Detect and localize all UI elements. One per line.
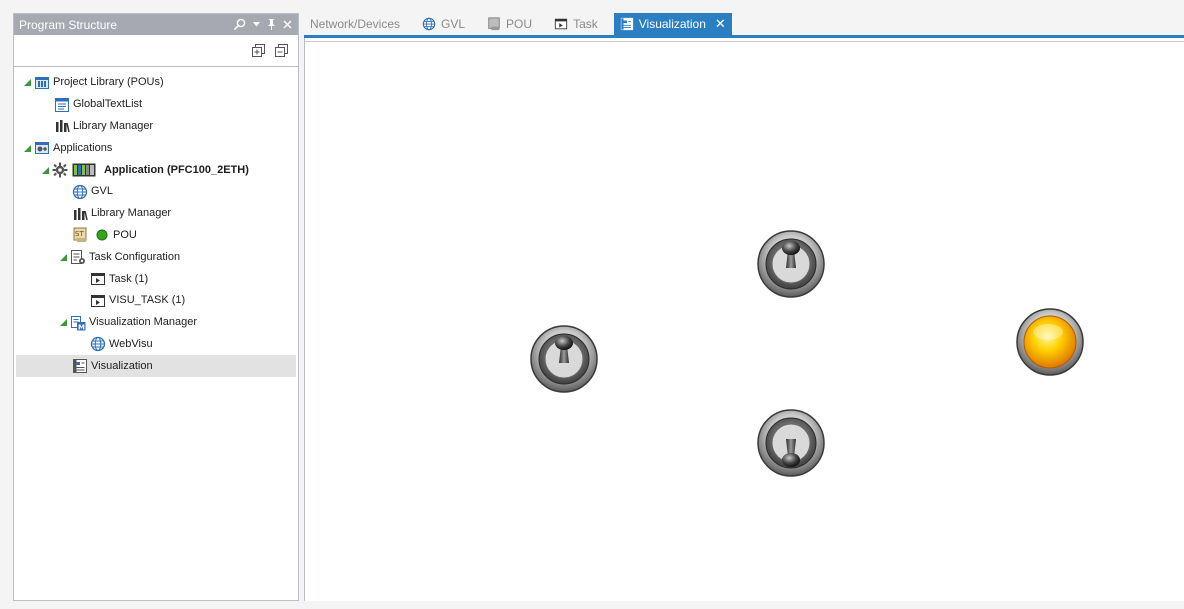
library-folder-icon <box>34 75 50 91</box>
expand-all-icon[interactable] <box>252 43 266 58</box>
plc-modules-icon <box>72 162 96 178</box>
expand-arrow-icon[interactable] <box>23 144 31 152</box>
tree-item-label: Library Manager <box>73 119 154 132</box>
tree-item-library-manager-app[interactable]: Library Manager <box>14 203 298 225</box>
tree-item-global-text-list[interactable]: GlobalTextList <box>14 94 298 116</box>
svg-text:ST: ST <box>75 230 84 238</box>
visualization-icon <box>620 17 634 31</box>
globe-icon <box>422 17 436 31</box>
task-icon <box>554 17 568 31</box>
tree-item-label: Project Library (POUs) <box>53 76 164 89</box>
tree-item-gvl[interactable]: GVL <box>14 181 298 203</box>
canvas-top-border <box>305 41 1184 42</box>
pou-icon <box>487 17 501 31</box>
close-icon[interactable]: ✕ <box>715 16 726 32</box>
tree-item-label: VISU_TASK (1) <box>109 294 186 307</box>
tab-label: Visualization <box>638 17 706 31</box>
pou-icon: ST <box>72 227 88 243</box>
tree-item-label: GlobalTextList <box>73 98 143 111</box>
visualization-canvas[interactable] <box>304 38 1184 601</box>
expand-arrow-icon[interactable] <box>59 319 67 327</box>
tab-visualization[interactable]: Visualization ✕ <box>613 13 732 35</box>
project-tree: Project Library (POUs) GlobalTextList Li… <box>14 67 298 378</box>
tree-item-visu-task[interactable]: VISU_TASK (1) <box>14 290 298 312</box>
toggle-switch-up[interactable] <box>757 230 825 298</box>
tab-pou[interactable]: POU <box>481 13 538 35</box>
tree-item-label: Visualization <box>91 359 153 372</box>
visualization-icon <box>72 358 88 374</box>
program-structure-pane: Program Structure Project Library (POUs)… <box>13 13 299 601</box>
status-dot-icon <box>94 227 110 243</box>
tab-gvl[interactable]: GVL <box>416 13 471 35</box>
indicator-lamp-on <box>1016 308 1084 376</box>
svg-text:M: M <box>78 323 85 331</box>
task-config-icon <box>70 249 86 265</box>
globe-icon <box>90 336 106 352</box>
tree-item-label: Task Configuration <box>89 250 181 263</box>
tab-label: GVL <box>441 17 466 31</box>
expand-arrow-icon[interactable] <box>59 253 67 261</box>
globe-icon <box>72 184 88 200</box>
search-icon[interactable] <box>233 18 246 31</box>
editor-tab-bar: Network/Devices GVL POU Task Visualizati… <box>304 13 1184 35</box>
tree-item-label: Task (1) <box>109 272 149 285</box>
pane-title: Program Structure <box>19 17 118 32</box>
tab-label: Network/Devices <box>310 17 401 31</box>
dropdown-icon[interactable] <box>253 22 260 27</box>
library-manager-icon <box>72 206 88 222</box>
tree-item-pou[interactable]: ST POU <box>14 225 298 247</box>
tab-label: Task <box>573 17 598 31</box>
tree-item-label: POU <box>113 228 137 241</box>
tree-item-application[interactable]: Application (PFC100_2ETH) <box>14 159 298 181</box>
task-icon <box>90 293 106 309</box>
pin-icon[interactable] <box>267 19 276 30</box>
close-icon[interactable] <box>283 20 292 29</box>
tree-item-visualization-manager[interactable]: M Visualization Manager <box>14 312 298 334</box>
tree-item-project-library[interactable]: Project Library (POUs) <box>14 72 298 94</box>
collapse-all-icon[interactable] <box>275 43 289 58</box>
tree-item-applications[interactable]: Applications <box>14 137 298 159</box>
tree-item-label: Application (PFC100_2ETH) <box>104 163 249 176</box>
tab-label: POU <box>506 17 533 31</box>
toggle-switch-down[interactable] <box>757 409 825 477</box>
application-gear-icon <box>52 162 68 178</box>
tree-item-library-manager[interactable]: Library Manager <box>14 116 298 138</box>
expand-arrow-icon[interactable] <box>23 79 31 87</box>
text-list-icon <box>54 97 70 113</box>
tree-item-label: Applications <box>53 141 113 154</box>
tree-item-label: GVL <box>91 185 114 198</box>
tree-item-webvisu[interactable]: WebVisu <box>14 334 298 356</box>
tree-item-task[interactable]: Task (1) <box>14 268 298 290</box>
tree-item-visualization[interactable]: Visualization <box>16 355 296 378</box>
tab-network-devices[interactable]: Network/Devices <box>304 13 406 35</box>
pane-toolbar <box>14 35 298 67</box>
visu-manager-icon: M <box>70 315 86 331</box>
tree-item-label: Visualization Manager <box>89 316 198 329</box>
tree-item-task-configuration[interactable]: Task Configuration <box>14 246 298 268</box>
pane-header: Program Structure <box>14 14 298 35</box>
library-manager-icon <box>54 118 70 134</box>
toggle-switch-left[interactable] <box>530 325 598 393</box>
applications-folder-icon <box>34 140 50 156</box>
tree-item-label: Library Manager <box>91 207 172 220</box>
tree-item-label: WebVisu <box>109 337 153 350</box>
task-icon <box>90 271 106 287</box>
tab-task[interactable]: Task <box>548 13 604 35</box>
expand-arrow-icon[interactable] <box>41 166 49 174</box>
